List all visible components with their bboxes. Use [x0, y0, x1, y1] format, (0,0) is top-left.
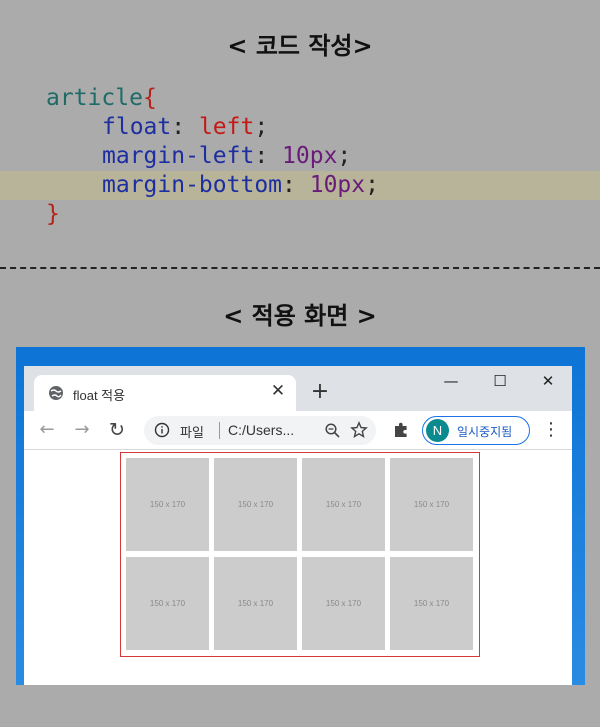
css-property: float	[102, 114, 172, 140]
css-value: 10px	[309, 172, 366, 198]
article-box: 150 x 170	[126, 557, 209, 650]
tab-title: float 적용	[73, 388, 126, 403]
css-property: margin-bottom	[102, 172, 283, 198]
address-url: C:/Users...	[228, 422, 295, 438]
reload-button[interactable]: ↻	[106, 419, 128, 441]
code-line-selector: article{	[0, 84, 600, 113]
article-box: 150 x 170	[126, 458, 209, 551]
tab-float[interactable]: float 적용 ✕	[34, 375, 296, 411]
code-line-close: }	[0, 200, 600, 229]
page-viewport: 150 x 170 150 x 170 150 x 170 150 x 170 …	[24, 451, 572, 685]
css-value: 10px	[282, 143, 338, 169]
code-line-float: float: left;	[102, 114, 269, 140]
forward-button[interactable]: →	[71, 419, 93, 441]
close-tab-button[interactable]: ✕	[268, 381, 288, 401]
article-container: 150 x 170 150 x 170 150 x 170 150 x 170 …	[120, 452, 480, 657]
article-box: 150 x 170	[214, 458, 297, 551]
profile-button[interactable]: N 일시중지됨	[422, 416, 530, 445]
close-window-button[interactable]: ✕	[534, 370, 562, 392]
open-brace: {	[142, 85, 157, 111]
menu-icon[interactable]: ⋮	[542, 419, 560, 441]
minimize-button[interactable]: —	[437, 370, 465, 392]
result-section-title: < 적용 화면 >	[223, 302, 377, 330]
css-value: left	[198, 114, 255, 140]
title-bar: float 적용 ✕ + — ☐ ✕	[24, 366, 572, 411]
code-section-title: < 코드 작성>	[227, 32, 373, 60]
article-box: 150 x 170	[302, 557, 385, 650]
star-icon[interactable]	[350, 421, 368, 439]
desktop-background: float 적용 ✕ + — ☐ ✕ ← → ↻ 파일 C:/Users...	[16, 347, 585, 685]
globe-icon	[49, 386, 63, 400]
browser-toolbar: ← → ↻ 파일 C:/Users... N 일시중지됨 ⋮	[24, 411, 572, 450]
profile-status: 일시중지됨	[457, 425, 513, 439]
code-line-margin-bottom: margin-bottom: 10px;	[0, 171, 600, 200]
close-brace: }	[46, 201, 60, 227]
article-box: 150 x 170	[390, 557, 473, 650]
css-property: margin-left	[102, 143, 255, 169]
browser-window: float 적용 ✕ + — ☐ ✕ ← → ↻ 파일 C:/Users...	[24, 366, 572, 685]
code-line-margin-left: margin-left: 10px;	[102, 143, 352, 169]
address-scheme: 파일	[180, 426, 204, 441]
article-box: 150 x 170	[302, 458, 385, 551]
info-icon[interactable]	[154, 422, 170, 438]
css-selector: article	[46, 85, 143, 111]
new-tab-button[interactable]: +	[308, 380, 332, 404]
dashed-divider	[0, 267, 600, 269]
extension-icon[interactable]	[392, 421, 410, 439]
back-button[interactable]: ←	[36, 419, 58, 441]
address-bar[interactable]: 파일 C:/Users...	[144, 416, 376, 445]
address-separator	[219, 422, 220, 439]
zoom-icon[interactable]	[324, 422, 341, 439]
article-box: 150 x 170	[390, 458, 473, 551]
article-box: 150 x 170	[214, 557, 297, 650]
css-code-block: article{ float: left; margin-left: 10px;…	[0, 84, 600, 229]
maximize-button[interactable]: ☐	[486, 370, 514, 392]
avatar: N	[426, 419, 449, 442]
